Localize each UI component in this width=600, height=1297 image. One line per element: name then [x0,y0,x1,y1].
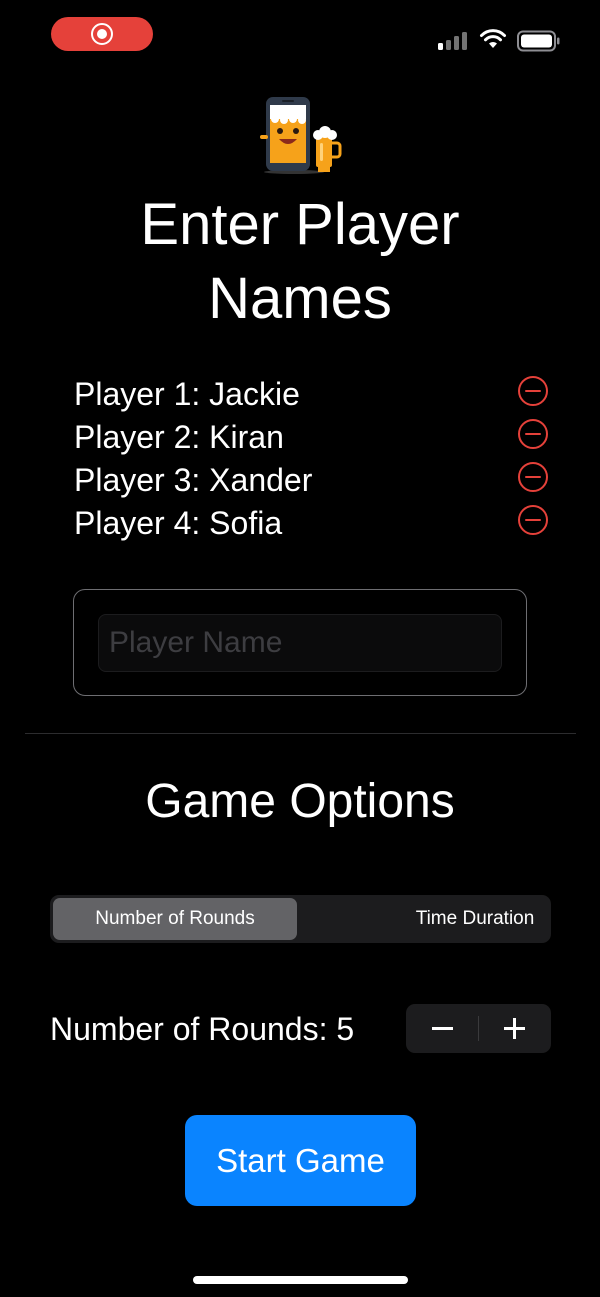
game-options-title: Game Options [145,775,455,828]
page-title: Enter Player Names [140,192,460,331]
list-item: Player 1: Jackie [74,372,552,415]
battery-icon [517,30,560,52]
remove-player-button[interactable] [518,376,548,406]
player-name: Player 3: Xander [74,462,313,498]
player-name: Player 2: Kiran [74,419,284,455]
wifi-icon [480,29,506,48]
list-item: Player 3: Xander [74,458,552,501]
remove-player-button[interactable] [518,505,548,535]
section-divider [25,733,576,734]
segment-time-duration[interactable]: Time Duration [352,898,598,940]
segment-number-of-rounds[interactable]: Number of Rounds [53,898,297,940]
remove-player-button[interactable] [518,462,548,492]
cellular-signal-icon [438,30,470,50]
player-list: Player 1: Jackie Player 2: Kiran Player … [74,372,552,544]
player-name-input[interactable] [98,614,502,672]
player-name: Player 4: Sofia [74,505,283,541]
status-bar [0,0,600,70]
player-name-form [73,589,527,696]
increment-rounds-button[interactable] [479,1004,551,1053]
rounds-stepper [406,1004,551,1053]
remove-player-button[interactable] [518,419,548,449]
list-item: Player 4: Sofia [74,501,552,544]
phone-and-beer-mascot-icon [260,97,342,174]
home-indicator[interactable] [193,1276,408,1284]
screen-recording-indicator[interactable] [51,17,153,51]
list-item: Player 2: Kiran [74,415,552,458]
start-game-button[interactable]: Start Game [185,1115,416,1206]
decrement-rounds-button[interactable] [406,1004,478,1053]
player-name: Player 1: Jackie [74,376,300,412]
screen-recording-icon [91,23,113,45]
rounds-count-label: Number of Rounds: 5 [50,1011,355,1047]
game-mode-segmented-control: Number of Rounds Time Duration [50,895,551,943]
